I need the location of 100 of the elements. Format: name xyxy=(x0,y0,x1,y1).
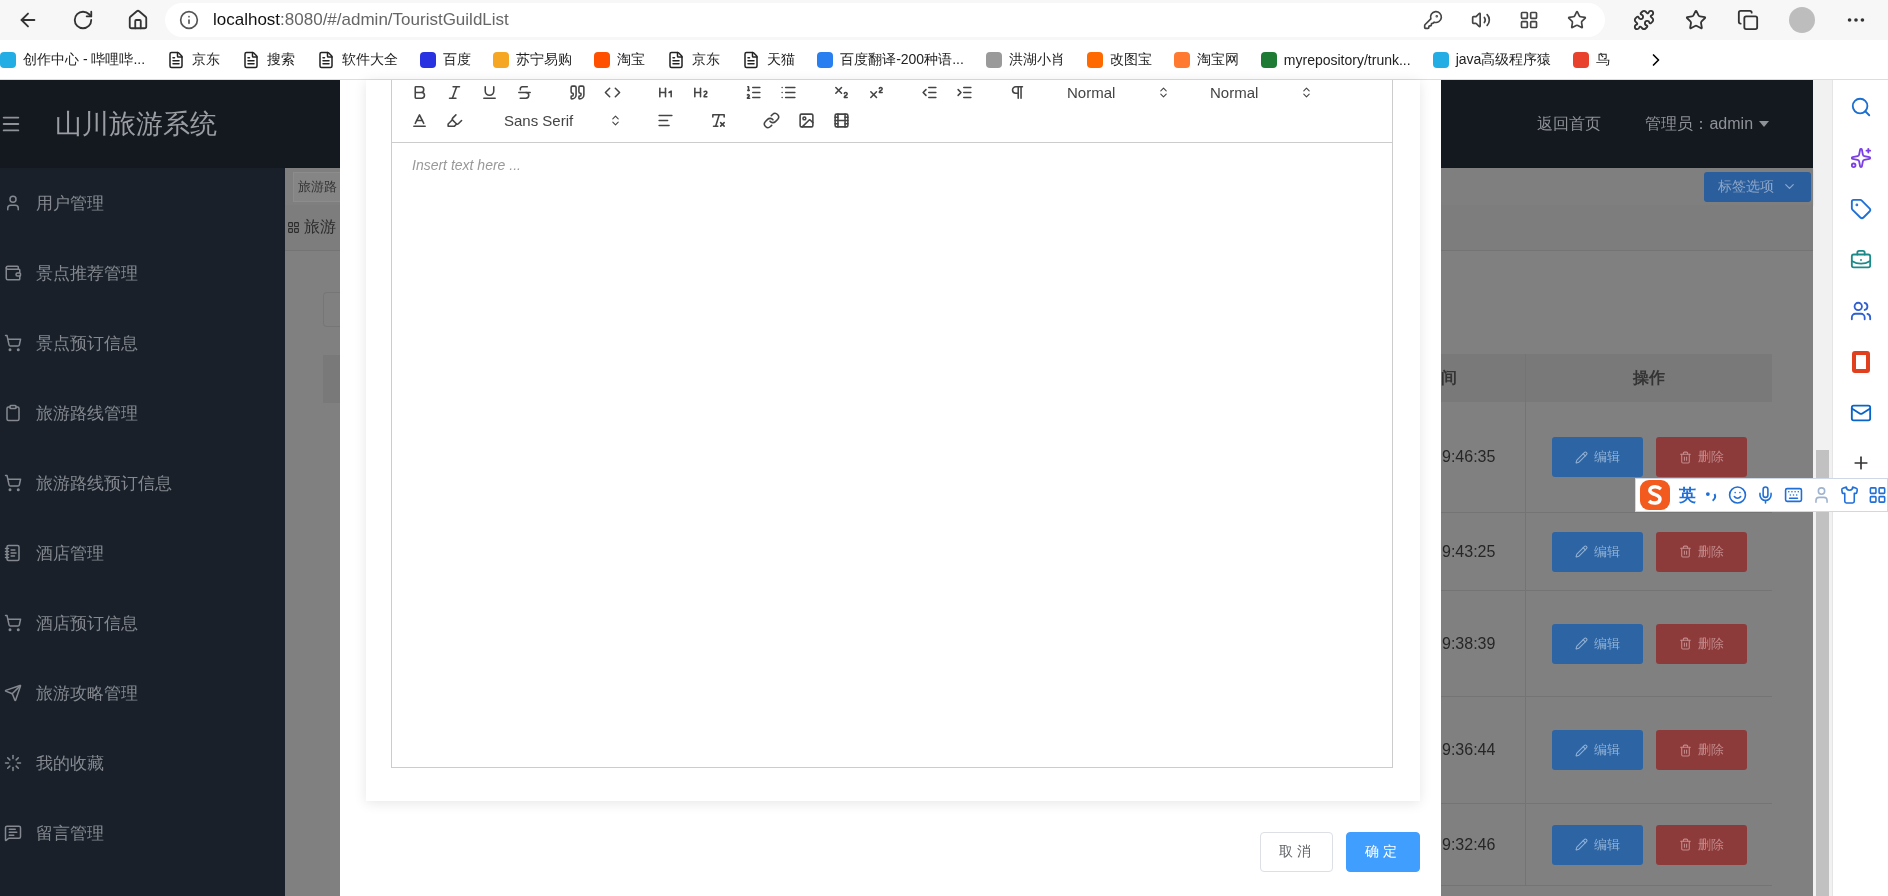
sidebar-item[interactable]: 留言管理 xyxy=(0,798,285,868)
spinner-icon xyxy=(4,754,22,772)
table-cell-text: 9:46:35 xyxy=(1441,447,1497,467)
keyboard-icon[interactable] xyxy=(1783,485,1803,505)
grid-icon[interactable] xyxy=(1867,485,1887,505)
bookmark-link[interactable]: 百度翻译-200种语... xyxy=(840,50,964,69)
scrollbar[interactable] xyxy=(1813,80,1833,896)
bookmark-link[interactable]: 改图宝 xyxy=(1109,50,1152,69)
collections-icon[interactable] xyxy=(1737,9,1759,31)
notebook-icon xyxy=(4,544,22,562)
info-icon[interactable] xyxy=(179,10,199,30)
mail-icon[interactable] xyxy=(1849,402,1872,424)
tag-icon[interactable] xyxy=(1849,198,1872,220)
tab[interactable]: 旅游路 xyxy=(293,171,341,202)
shirt-icon[interactable] xyxy=(1839,485,1859,505)
bookmark-link[interactable]: 苏宁易购 xyxy=(516,50,573,69)
table-header xyxy=(323,355,340,403)
rich-text-editor[interactable]: Normal Normal Sans Serif Insert text here ... xyxy=(391,80,1393,768)
trash-icon xyxy=(1678,450,1692,464)
bookmark-link[interactable]: java高级程序猿 xyxy=(1455,50,1552,69)
cancel-button[interactable]: 取消 xyxy=(1260,832,1333,872)
pencil-icon xyxy=(1574,637,1588,650)
trash-icon xyxy=(1678,637,1692,650)
search-icon[interactable] xyxy=(1849,96,1872,118)
ime-mode[interactable]: 英 xyxy=(1679,483,1697,507)
page-icon xyxy=(742,50,761,69)
briefcase-icon[interactable] xyxy=(1849,249,1872,271)
table-cell-text: 9:32:46 xyxy=(1441,834,1497,855)
page-icon xyxy=(242,50,261,69)
ime-logo-icon[interactable] xyxy=(1640,480,1671,510)
bookmark-link[interactable]: 洪湖小肖 xyxy=(1008,50,1065,69)
table-cell-text: 9:38:39 xyxy=(1441,633,1497,654)
trash-icon xyxy=(1678,838,1692,851)
column-header: 间 xyxy=(1441,367,1458,388)
input-field[interactable] xyxy=(323,292,340,327)
extensions-icon[interactable] xyxy=(1633,9,1655,31)
updown-icon xyxy=(1300,85,1313,99)
sidebar-item[interactable]: 景点推荐管理 xyxy=(0,238,285,308)
sidebar-item[interactable]: 酒店管理 xyxy=(0,518,285,588)
trash-icon xyxy=(1678,743,1692,757)
bookmark-link[interactable]: 淘宝 xyxy=(617,50,646,69)
editor-placeholder: Insert text here ... xyxy=(412,157,522,173)
sparkle-icon[interactable] xyxy=(1849,147,1872,169)
sidebar-item[interactable]: 景点预订信息 xyxy=(0,308,285,378)
caret-icon[interactable] xyxy=(1759,121,1770,127)
favorites-icon[interactable] xyxy=(1685,9,1707,31)
page-icon xyxy=(317,50,336,69)
key-icon[interactable] xyxy=(1423,10,1443,30)
sidebar-item[interactable]: 用户管理 xyxy=(0,168,285,238)
table-cell-text: 9:43:25 xyxy=(1441,541,1497,562)
read-aloud-icon[interactable] xyxy=(1471,10,1491,30)
bookmark-link[interactable]: 京东 xyxy=(692,50,721,69)
bookmark-link[interactable]: 鸟 xyxy=(1596,50,1611,69)
user-menu[interactable]: 管理员：admin xyxy=(1645,113,1754,135)
bookmark-link[interactable]: 软件大全 xyxy=(342,50,399,69)
bookmark-link[interactable]: 百度 xyxy=(443,50,472,69)
page-icon xyxy=(667,50,686,69)
bookmark-link[interactable]: myrepository/trunk... xyxy=(1283,51,1411,68)
home-link[interactable]: 返回首页 xyxy=(1537,113,1602,135)
pencil-icon xyxy=(1574,838,1588,851)
sidebar-item[interactable]: 酒店预订信息 xyxy=(0,588,285,658)
pencil-icon xyxy=(1574,450,1588,464)
paper-plane-icon xyxy=(4,684,22,702)
bookmark-link[interactable]: 淘宝网 xyxy=(1196,50,1239,69)
cart-icon xyxy=(4,614,22,632)
pencil-icon xyxy=(1574,545,1588,558)
chat-icon xyxy=(4,824,22,842)
star-icon[interactable] xyxy=(1567,10,1587,30)
bookmark-link[interactable]: 创作中心 - 哔哩哔... xyxy=(23,50,146,69)
smiley-icon[interactable] xyxy=(1727,485,1747,505)
bookmark-link[interactable]: 京东 xyxy=(192,50,221,69)
sidebar-item[interactable]: 旅游路线管理 xyxy=(0,378,285,448)
people-icon[interactable] xyxy=(1849,300,1872,322)
wallet-icon xyxy=(4,264,22,282)
grid-icon xyxy=(287,221,300,234)
trash-icon xyxy=(1678,545,1692,558)
pencil-icon xyxy=(1574,743,1588,757)
column-header: 操作 xyxy=(1525,354,1772,402)
cart-icon xyxy=(4,334,22,352)
address-text: localhost:8080/#/admin/TouristGuildList xyxy=(213,10,510,30)
sidebar-item[interactable]: 旅游路线预订信息 xyxy=(0,448,285,518)
clipboard-icon xyxy=(4,404,22,422)
size-select[interactable]: Normal xyxy=(1196,83,1321,101)
app-title: 山川旅游系统 xyxy=(55,108,217,141)
user-icon xyxy=(4,194,22,212)
bookmark-link[interactable]: 天猫 xyxy=(767,50,796,69)
updown-icon xyxy=(609,113,622,127)
sidebar-item[interactable]: 我的收藏 xyxy=(0,728,285,798)
sidebar-item[interactable]: 旅游攻略管理 xyxy=(0,658,285,728)
table-cell-text: 9:36:44 xyxy=(1441,740,1497,760)
header-select[interactable]: Normal xyxy=(1053,83,1178,101)
updown-icon xyxy=(1157,85,1170,99)
scroll-thumb[interactable] xyxy=(1816,450,1830,896)
page-icon xyxy=(167,50,186,69)
font-select[interactable]: Sans Serif xyxy=(490,111,630,129)
office-icon[interactable] xyxy=(1851,351,1870,373)
address-bar[interactable]: localhost:8080/#/admin/TouristGuildList xyxy=(165,3,1605,37)
breadcrumb-text: 旅游 xyxy=(304,217,336,237)
cart-icon xyxy=(4,474,22,492)
bookmark-link[interactable]: 搜索 xyxy=(267,50,296,69)
